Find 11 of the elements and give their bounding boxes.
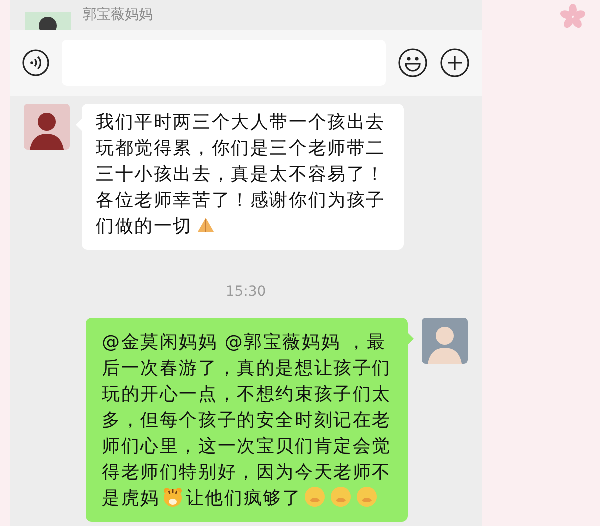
message-text: @金莫闲妈妈 @郭宝薇妈妈 ，最后一次春游了，真的是想让孩子们玩的开心一点，不想约束孩子们太多，但每个孩子的安全时刻记在老师们心里，这一次宝贝们肯定会觉得老师们特别好，因为今天老师不是虎妈 让他们疯够了 bbox=[102, 331, 392, 511]
tiger-emoji-icon bbox=[162, 486, 184, 508]
sender-name: 郭宝薇妈妈 bbox=[83, 6, 153, 24]
message-text: 我们平时两三个大人带一个孩出去玩都觉得累，你们是三个老师带二三十小孩出去，真是太不容易了！各位老师幸苦了！感谢你们为孩子们做的一切 bbox=[96, 111, 386, 239]
avatar[interactable] bbox=[25, 12, 71, 30]
flower-icon bbox=[560, 4, 586, 30]
add-icon[interactable] bbox=[440, 48, 470, 78]
timestamp: 15:30 bbox=[226, 284, 266, 300]
avatar[interactable] bbox=[24, 104, 70, 150]
voice-icon[interactable] bbox=[22, 49, 50, 77]
emoji-icon[interactable] bbox=[398, 48, 428, 78]
